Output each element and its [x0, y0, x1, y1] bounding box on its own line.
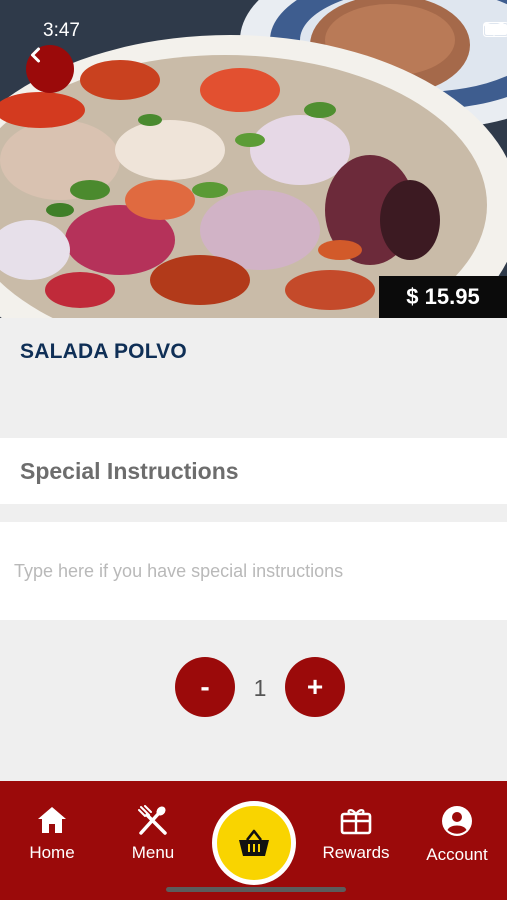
nav-item-menu[interactable]: Menu [108, 805, 198, 863]
fork-spoon-icon [138, 805, 167, 835]
basket-icon [239, 829, 269, 856]
nav-label-rewards: Rewards [322, 843, 390, 862]
special-instructions-box[interactable] [0, 522, 507, 620]
gift-card-icon [340, 809, 372, 835]
bottom-navigation: Home Menu Rewards Account [0, 781, 507, 900]
status-time: 3:47 [43, 20, 80, 41]
nav-label-account: Account [426, 845, 488, 864]
salad-photo [0, 0, 507, 318]
price-tag: $ 15.95 [379, 276, 507, 318]
quantity-increase-button[interactable]: + [285, 657, 345, 717]
nav-label-menu: Menu [131, 843, 175, 862]
special-instructions-header: Special Instructions [0, 438, 507, 504]
quantity-value: 1 [253, 675, 267, 701]
cart-button[interactable] [212, 801, 296, 885]
nav-item-rewards[interactable]: Rewards [311, 805, 401, 863]
nav-item-home[interactable]: Home [7, 805, 97, 863]
nav-label-home: Home [29, 843, 75, 862]
nav-item-account[interactable]: Account [412, 805, 502, 865]
home-icon [38, 807, 66, 833]
special-instructions-heading: Special Instructions [20, 458, 239, 484]
item-title: SALADA POLVO [20, 340, 187, 363]
quantity-decrease-button[interactable]: - [175, 657, 235, 717]
home-indicator [166, 887, 346, 892]
battery-icon [483, 22, 507, 37]
back-button[interactable] [26, 45, 74, 93]
product-image: 3:47 $ 15.95 [0, 0, 507, 318]
chevron-left-icon [31, 47, 40, 63]
special-instructions-input[interactable] [14, 556, 484, 586]
account-icon [442, 806, 472, 836]
item-title-block: SALADA POLVO [0, 318, 507, 438]
